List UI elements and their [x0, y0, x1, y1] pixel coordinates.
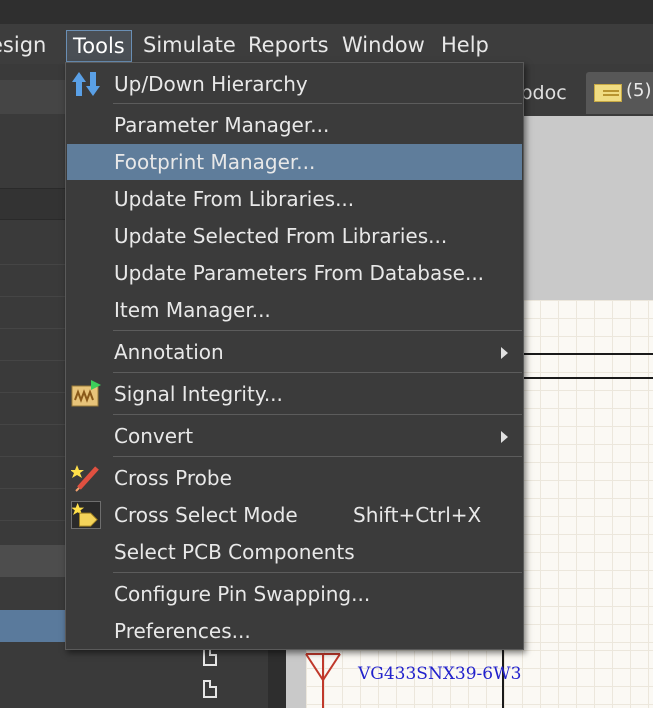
menu-tools[interactable]: Tools [66, 30, 132, 62]
menu-item-preferences[interactable]: Preferences... [67, 613, 522, 649]
menu-item-label: Annotation [114, 340, 224, 364]
menu-item-update-selected-from-libraries[interactable]: Update Selected From Libraries... [67, 218, 522, 254]
up-down-arrows-icon [72, 72, 100, 96]
menu-design[interactable]: esign [0, 30, 52, 60]
menu-item-parameter-manager[interactable]: Parameter Manager... [67, 107, 522, 143]
menu-item-label: Select PCB Components [114, 540, 355, 564]
schematic-sheet[interactable] [522, 300, 653, 708]
cross-probe-icon [71, 465, 99, 492]
menu-item-cross-select-mode[interactable]: Cross Select Mode Shift+Ctrl+X [67, 497, 522, 533]
menu-item-label: Update From Libraries... [114, 187, 355, 211]
menu-separator [113, 103, 522, 104]
menu-separator [113, 372, 522, 373]
menu-item-convert[interactable]: Convert [67, 418, 522, 454]
menu-separator [113, 414, 522, 415]
menu-item-label: Update Parameters From Database... [114, 261, 485, 285]
menu-item-label: Item Manager... [114, 298, 271, 322]
menu-item-label: Preferences... [114, 619, 251, 643]
cross-select-mode-icon [71, 501, 101, 529]
document-icon[interactable] [203, 648, 217, 666]
menu-item-label: Cross Select Mode [114, 503, 298, 527]
menu-item-update-parameters-from-database[interactable]: Update Parameters From Database... [67, 255, 522, 291]
menu-item-label: Update Selected From Libraries... [114, 224, 448, 248]
menu-separator [113, 456, 522, 457]
menu-item-cross-probe[interactable]: Cross Probe [67, 460, 522, 496]
menu-item-configure-pin-swapping[interactable]: Configure Pin Swapping... [67, 576, 522, 612]
document-tab-folder[interactable]: (5) [586, 72, 653, 114]
menu-item-up-down-hierarchy[interactable]: Up/Down Hierarchy [67, 66, 522, 102]
component-designator[interactable]: VG433SNX39-6W3 [358, 664, 521, 684]
tab-count: (5) [626, 80, 652, 101]
menu-window[interactable]: Window [336, 30, 431, 60]
menu-separator [113, 330, 522, 331]
menu-item-shortcut: Shift+Ctrl+X [353, 503, 482, 527]
document-icon[interactable] [203, 680, 217, 698]
menu-item-label: Cross Probe [114, 466, 232, 490]
tools-menu: Up/Down Hierarchy Parameter Manager... F… [65, 62, 524, 650]
submenu-arrow-icon [501, 347, 508, 359]
menu-help[interactable]: Help [435, 30, 495, 60]
menu-item-select-pcb-components[interactable]: Select PCB Components [67, 534, 522, 570]
menu-item-label: Footprint Manager... [114, 150, 316, 174]
menu-item-label: Convert [114, 424, 194, 448]
menu-reports[interactable]: Reports [242, 30, 335, 60]
menu-simulate[interactable]: Simulate [137, 30, 242, 60]
title-bar [0, 0, 653, 24]
antenna-symbol[interactable] [304, 652, 344, 708]
menu-item-label: Up/Down Hierarchy [114, 72, 308, 96]
wire[interactable] [522, 353, 653, 355]
menu-item-footprint-manager[interactable]: Footprint Manager... [67, 144, 522, 180]
menu-item-item-manager[interactable]: Item Manager... [67, 292, 522, 328]
menu-item-signal-integrity[interactable]: Signal Integrity... [67, 376, 522, 412]
wire[interactable] [522, 377, 653, 379]
submenu-arrow-icon [501, 431, 508, 443]
menu-item-update-from-libraries[interactable]: Update From Libraries... [67, 181, 522, 217]
menu-item-annotation[interactable]: Annotation [67, 334, 522, 370]
menu-bar: esign Tools Simulate Reports Window Help [0, 24, 653, 64]
menu-item-label: Parameter Manager... [114, 113, 330, 137]
menu-item-label: Signal Integrity... [114, 382, 283, 406]
folder-icon [594, 84, 622, 102]
menu-item-label: Configure Pin Swapping... [114, 582, 371, 606]
menu-separator [113, 572, 522, 573]
signal-integrity-icon [71, 380, 101, 407]
